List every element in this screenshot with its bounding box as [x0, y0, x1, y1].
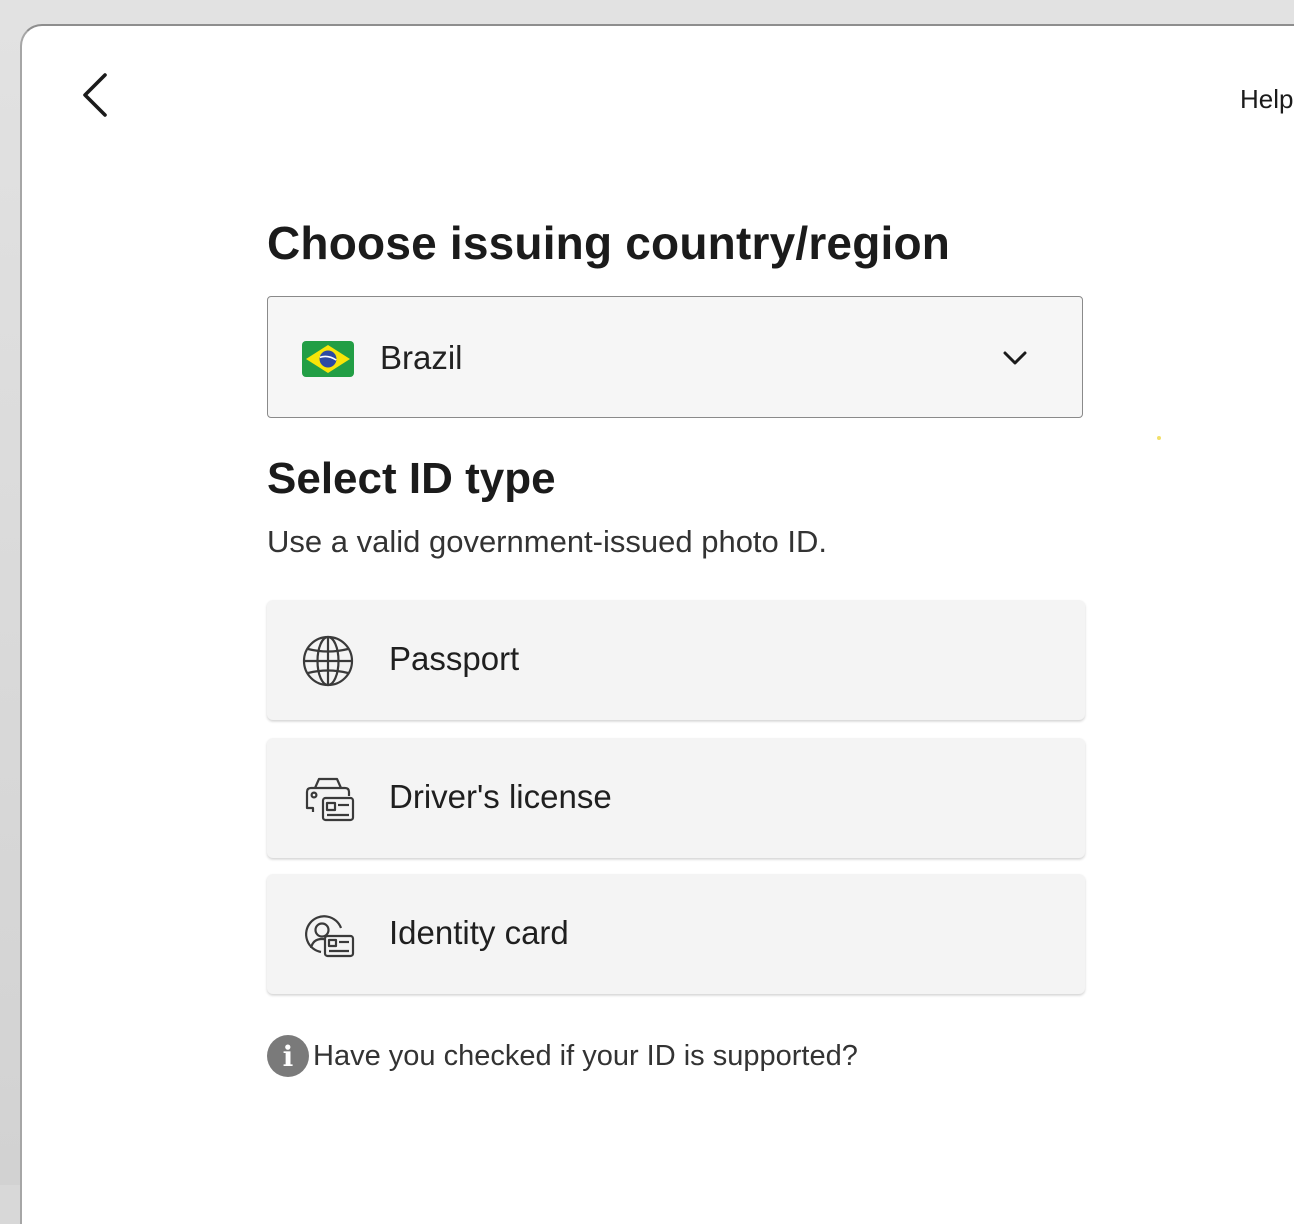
- id-option-label: Identity card: [389, 914, 569, 951]
- id-option-passport[interactable]: Passport: [267, 600, 1085, 720]
- globe-icon: [302, 635, 354, 687]
- id-type-section-title: Select ID type: [267, 454, 556, 503]
- selected-country-label: Brazil: [380, 339, 463, 376]
- id-option-label: Passport: [389, 640, 520, 677]
- id-option-label: Driver's license: [389, 778, 612, 815]
- country-section-title: Choose issuing country/region: [267, 217, 951, 269]
- chevron-left-icon: [83, 73, 107, 117]
- back-button[interactable]: [72, 70, 116, 120]
- id-support-info-link[interactable]: i Have you checked if your ID is support…: [267, 1034, 858, 1078]
- car-id-card-icon: [305, 777, 355, 822]
- id-type-subtitle: Use a valid government-issued photo ID.: [267, 524, 828, 559]
- person-id-card-icon: [305, 915, 355, 958]
- screen-backdrop: Help Choose issuing country/region Brazi…: [0, 0, 1294, 1224]
- id-support-info-text: Have you checked if your ID is supported…: [313, 1039, 858, 1072]
- country-select[interactable]: Brazil: [267, 296, 1083, 418]
- id-option-drivers-license[interactable]: Driver's license: [267, 738, 1085, 858]
- decorative-dot: [1157, 436, 1161, 440]
- brazil-flag-icon: [302, 341, 354, 377]
- help-link[interactable]: Help: [1240, 84, 1293, 115]
- id-verification-window: Help Choose issuing country/region Brazi…: [20, 24, 1294, 1224]
- id-option-identity-card[interactable]: Identity card: [267, 874, 1085, 994]
- info-icon: i: [267, 1035, 309, 1077]
- chevron-down-icon: [1003, 351, 1027, 365]
